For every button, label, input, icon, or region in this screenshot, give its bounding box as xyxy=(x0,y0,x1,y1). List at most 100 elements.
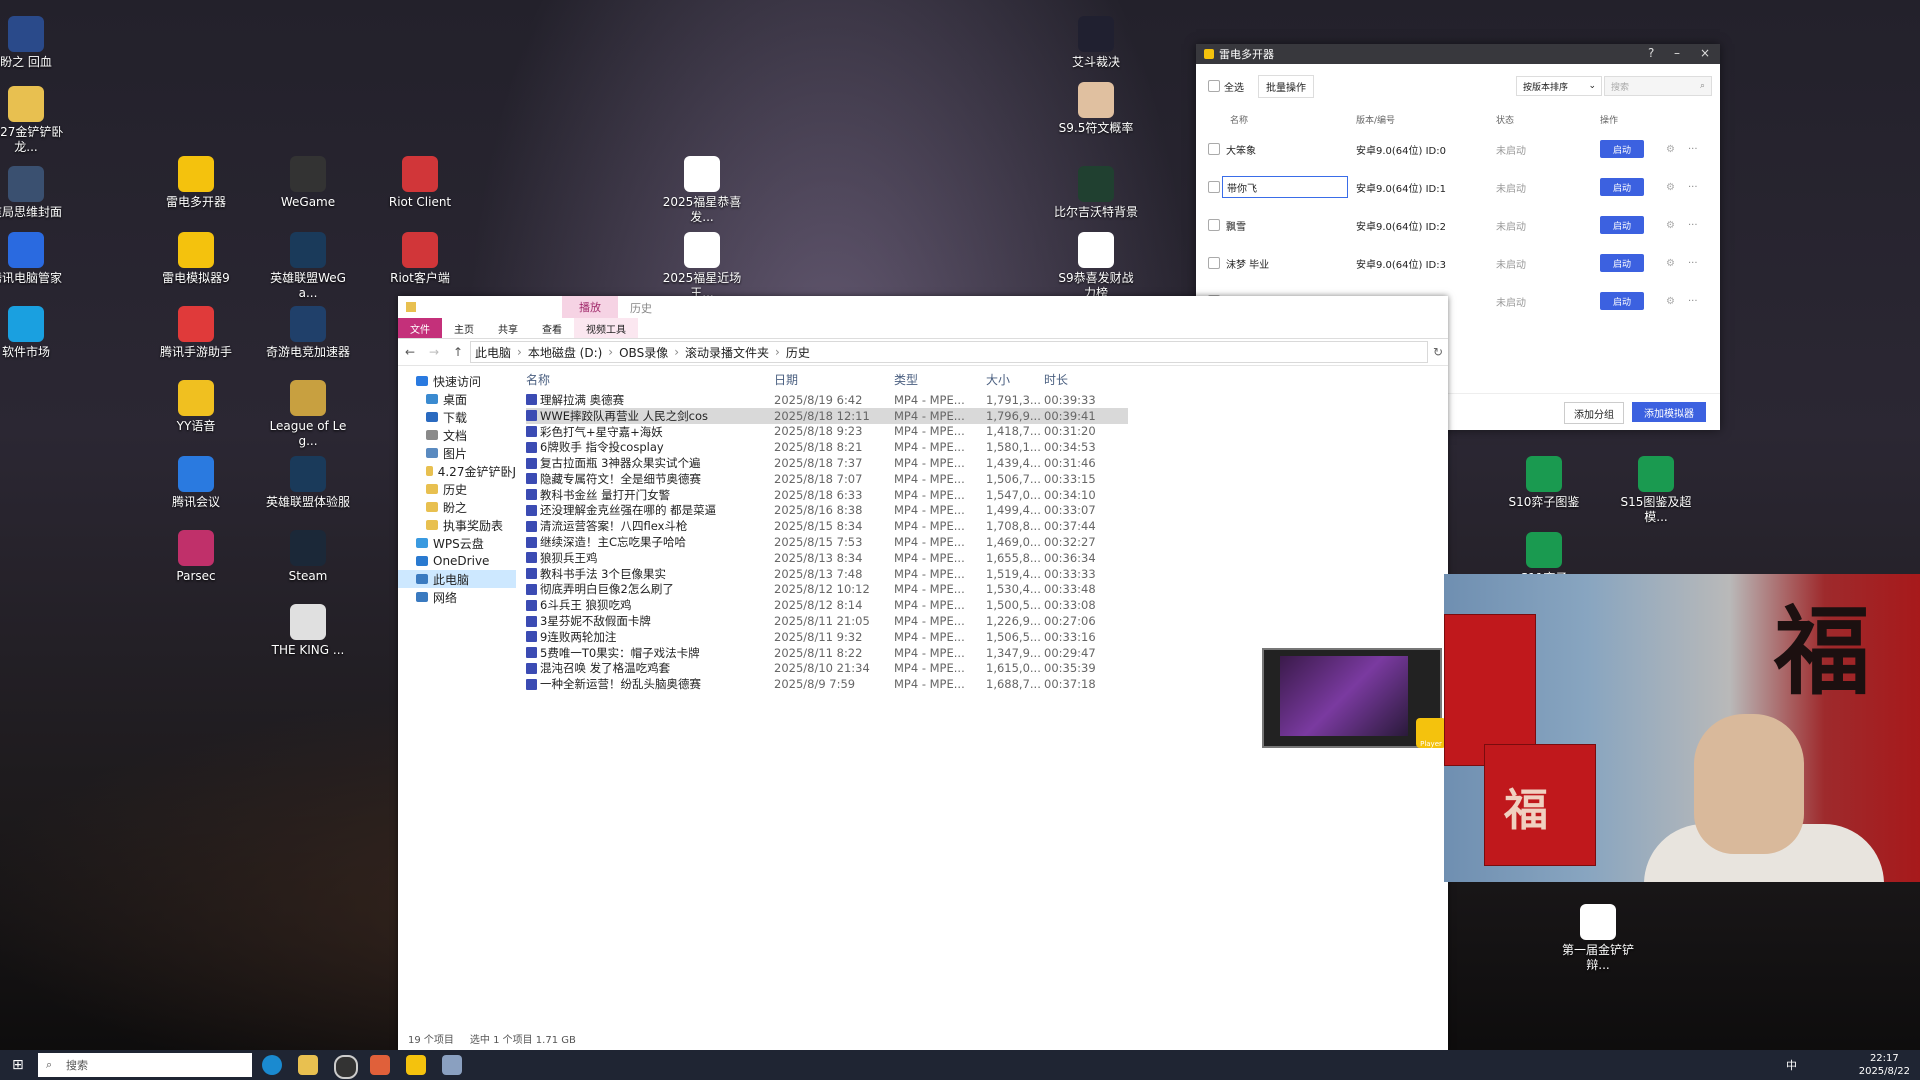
nav-item[interactable]: OneDrive xyxy=(398,552,516,570)
nav-item[interactable]: 文档 xyxy=(398,426,516,444)
file-row[interactable]: 3星芬妮不敌假面卡牌 2025/8/11 21:05 MP4 - MPE... 1,2… xyxy=(526,613,1128,629)
more-icon[interactable]: ··· xyxy=(1688,258,1698,269)
add-group-button[interactable]: 添加分组 xyxy=(1564,402,1624,424)
desktop-icon[interactable]: 第一届金铲铲辩... xyxy=(1556,904,1640,973)
emulator-row[interactable]: 飘雪 安卓9.0(64位) ID:2 未启动 启动 ⚙ ··· xyxy=(1196,206,1720,244)
ldplayer-icon[interactable] xyxy=(442,1055,462,1075)
desktop-icon[interactable]: S10弈子图鉴 xyxy=(1502,456,1586,510)
desktop-icon[interactable]: WeGame xyxy=(266,156,350,210)
file-row[interactable]: 彩色打气+星守嘉+海妖 2025/8/18 9:23 MP4 - MPE... 1,4… xyxy=(526,424,1128,440)
ldplayer-multi-icon[interactable] xyxy=(406,1055,426,1075)
edge-icon[interactable] xyxy=(262,1055,282,1075)
file-row[interactable]: 6斗兵王 狼狈吃鸡 2025/8/12 8:14 MP4 - MPE... 1,500… xyxy=(526,597,1128,613)
nav-item[interactable]: 快速访问 xyxy=(398,372,516,390)
file-row[interactable]: 6牌败手 指令投cosplay 2025/8/18 8:21 MP4 - MPE..… xyxy=(526,439,1128,455)
breadcrumb-item[interactable]: 本地磁盘 (D:) xyxy=(528,344,602,361)
desktop-icon[interactable]: Riot Client xyxy=(378,156,462,210)
desktop-icon[interactable]: S9.5符文概率 xyxy=(1054,82,1138,136)
windows-start-icon[interactable]: ⊞ xyxy=(12,1057,24,1073)
ribbon-tab[interactable]: 主页 xyxy=(442,318,486,338)
desktop-icon[interactable]: 2025福星恭喜发... xyxy=(660,156,744,225)
more-icon[interactable]: ··· xyxy=(1688,144,1698,155)
desktop-icon[interactable]: 英雄联盟体验服 xyxy=(266,456,350,510)
more-icon[interactable]: ··· xyxy=(1688,220,1698,231)
desktop-icon[interactable]: 腾讯电脑管家 xyxy=(0,232,68,286)
desktop-icon[interactable]: 比尔吉沃特背景 xyxy=(1054,166,1138,220)
col-name-header[interactable]: 名称 xyxy=(526,371,774,388)
desktop-icon[interactable]: 雷电多开器 xyxy=(154,156,238,210)
emulator-name[interactable]: 带你飞 xyxy=(1222,176,1348,198)
emulator-name[interactable]: 飘雪 xyxy=(1222,215,1346,235)
emulator-name[interactable]: 大笨象 xyxy=(1222,139,1346,159)
refresh-icon[interactable]: ↻ xyxy=(1428,345,1448,359)
file-row[interactable]: 5费唯一T0果实：帽子戏法卡牌 2025/8/11 8:22 MP4 - MPE..… xyxy=(526,645,1128,661)
nav-item[interactable]: 下载 xyxy=(398,408,516,426)
desktop-icon[interactable]: League of Leg... xyxy=(266,380,350,449)
start-button[interactable]: 启动 xyxy=(1600,178,1644,196)
nav-item[interactable]: 4.27金铲铲卧J xyxy=(398,462,516,480)
desktop-icon[interactable]: 软件市场 xyxy=(0,306,68,360)
breadcrumb-item[interactable]: OBS录像 xyxy=(619,344,668,361)
file-row[interactable]: 教科书金丝 量打开门女警 2025/8/18 6:33 MP4 - MPE... 1,… xyxy=(526,487,1128,503)
breadcrumb-item[interactable]: 历史 xyxy=(786,344,810,361)
emulator-row[interactable]: 沫梦 毕业 安卓9.0(64位) ID:3 未启动 启动 ⚙ ··· xyxy=(1196,244,1720,282)
desktop-icon[interactable]: 4.27金铲铲卧龙... xyxy=(0,86,68,155)
nav-item[interactable]: 执事奖励表 xyxy=(398,516,516,534)
desktop-icon[interactable]: 腾讯会议 xyxy=(154,456,238,510)
ribbon-tab[interactable]: 视频工具 xyxy=(574,318,638,338)
video-thumbnail[interactable]: Player xyxy=(1262,648,1446,748)
nav-item[interactable]: WPS云盘 xyxy=(398,534,516,552)
file-row[interactable]: 9连败两轮加注 2025/8/11 9:32 MP4 - MPE... 1,506,5… xyxy=(526,629,1128,645)
desktop-icon[interactable]: 英雄联盟WeGa... xyxy=(266,232,350,301)
nav-item[interactable]: 网络 xyxy=(398,588,516,606)
desktop-icon[interactable]: S9恭喜发财战力榜 xyxy=(1054,232,1138,301)
file-row[interactable]: 理解拉满 奥德赛 2025/8/19 6:42 MP4 - MPE... 1,791,… xyxy=(526,392,1128,408)
file-row[interactable]: 一种全新运营！纷乱头脑奥德赛 2025/8/9 7:59 MP4 - MPE... 1… xyxy=(526,676,1128,692)
row-settings-icon[interactable]: ⚙ xyxy=(1666,258,1675,269)
file-row[interactable]: 复古拉面瓶 3神器众果实试个遍 2025/8/18 7:37 MP4 - MPE..… xyxy=(526,455,1128,471)
file-row[interactable]: 混沌召唤 发了格温吃鸡套 2025/8/10 21:34 MP4 - MPE... 1… xyxy=(526,661,1128,677)
taskbar-search[interactable]: ⌕ 搜索 xyxy=(38,1053,252,1077)
minimize-icon[interactable]: – xyxy=(1674,46,1680,60)
nav-item[interactable]: 图片 xyxy=(398,444,516,462)
desktop-icon[interactable]: 奇游电竞加速器 xyxy=(266,306,350,360)
sort-dropdown[interactable]: 按版本排序 ⌄ xyxy=(1516,76,1602,96)
close-icon[interactable]: × xyxy=(1700,46,1710,60)
col-size-header[interactable]: 大小 xyxy=(986,371,1044,388)
back-icon[interactable]: ← xyxy=(405,345,415,359)
app-icon[interactable] xyxy=(370,1055,390,1075)
emulator-row[interactable]: 大笨象 安卓9.0(64位) ID:0 未启动 启动 ⚙ ··· xyxy=(1196,130,1720,168)
row-checkbox[interactable] xyxy=(1208,257,1220,269)
row-settings-icon[interactable]: ⚙ xyxy=(1666,296,1675,307)
ribbon-tab[interactable]: 查看 xyxy=(530,318,574,338)
row-settings-icon[interactable]: ⚙ xyxy=(1666,220,1675,231)
breadcrumb-item[interactable]: 此电脑 xyxy=(475,344,511,361)
select-all-checkbox[interactable] xyxy=(1208,80,1220,92)
file-row[interactable]: 还没理解金克丝强在哪的 都是菜逼 2025/8/16 8:38 MP4 - MPE.… xyxy=(526,503,1128,519)
file-row[interactable]: 隐藏专属符文！全是细节奥德赛 2025/8/18 7:07 MP4 - MPE...… xyxy=(526,471,1128,487)
desktop-icon[interactable]: 盼之 回血 xyxy=(0,16,68,70)
desktop-icon[interactable]: 雷电模拟器9 xyxy=(154,232,238,286)
ribbon-context-tab[interactable]: 播放 xyxy=(562,296,618,318)
more-icon[interactable]: ··· xyxy=(1688,182,1698,193)
row-settings-icon[interactable]: ⚙ xyxy=(1666,182,1675,193)
breadcrumb[interactable]: 此电脑 › 本地磁盘 (D:) › OBS录像 › 滚动录播文件夹 › 历史 xyxy=(470,341,1428,363)
desktop-icon[interactable]: 腾讯手游助手 xyxy=(154,306,238,360)
clock[interactable]: 22:17 2025/8/22 xyxy=(1859,1050,1910,1080)
file-row[interactable]: 清流运营答案！八四flex斗枪 2025/8/15 8:34 MP4 - MPE..… xyxy=(526,518,1128,534)
desktop-icon[interactable]: S15图鉴及超模... xyxy=(1614,456,1698,525)
nav-item[interactable]: 桌面 xyxy=(398,390,516,408)
ribbon-tab[interactable]: 文件 xyxy=(398,318,442,338)
col-type-header[interactable]: 类型 xyxy=(894,371,986,388)
row-settings-icon[interactable]: ⚙ xyxy=(1666,144,1675,155)
start-button[interactable]: 启动 xyxy=(1600,216,1644,234)
desktop-icon[interactable]: Riot客户端 xyxy=(378,232,462,286)
help-icon[interactable]: ? xyxy=(1648,46,1654,60)
desktop-icon[interactable]: Parsec xyxy=(154,530,238,584)
desktop-icon[interactable]: 2025福星近场王... xyxy=(660,232,744,301)
emulator-row[interactable]: 带你飞 安卓9.0(64位) ID:1 未启动 启动 ⚙ ··· xyxy=(1196,168,1720,206)
file-row[interactable]: 教科书手法 3个巨像果实 2025/8/13 7:48 MP4 - MPE... 1,… xyxy=(526,566,1128,582)
desktop-icon[interactable]: 艾斗裁决 xyxy=(1054,16,1138,70)
desktop-icon[interactable]: THE KING ... xyxy=(266,604,350,658)
desktop-icon[interactable]: Steam xyxy=(266,530,350,584)
